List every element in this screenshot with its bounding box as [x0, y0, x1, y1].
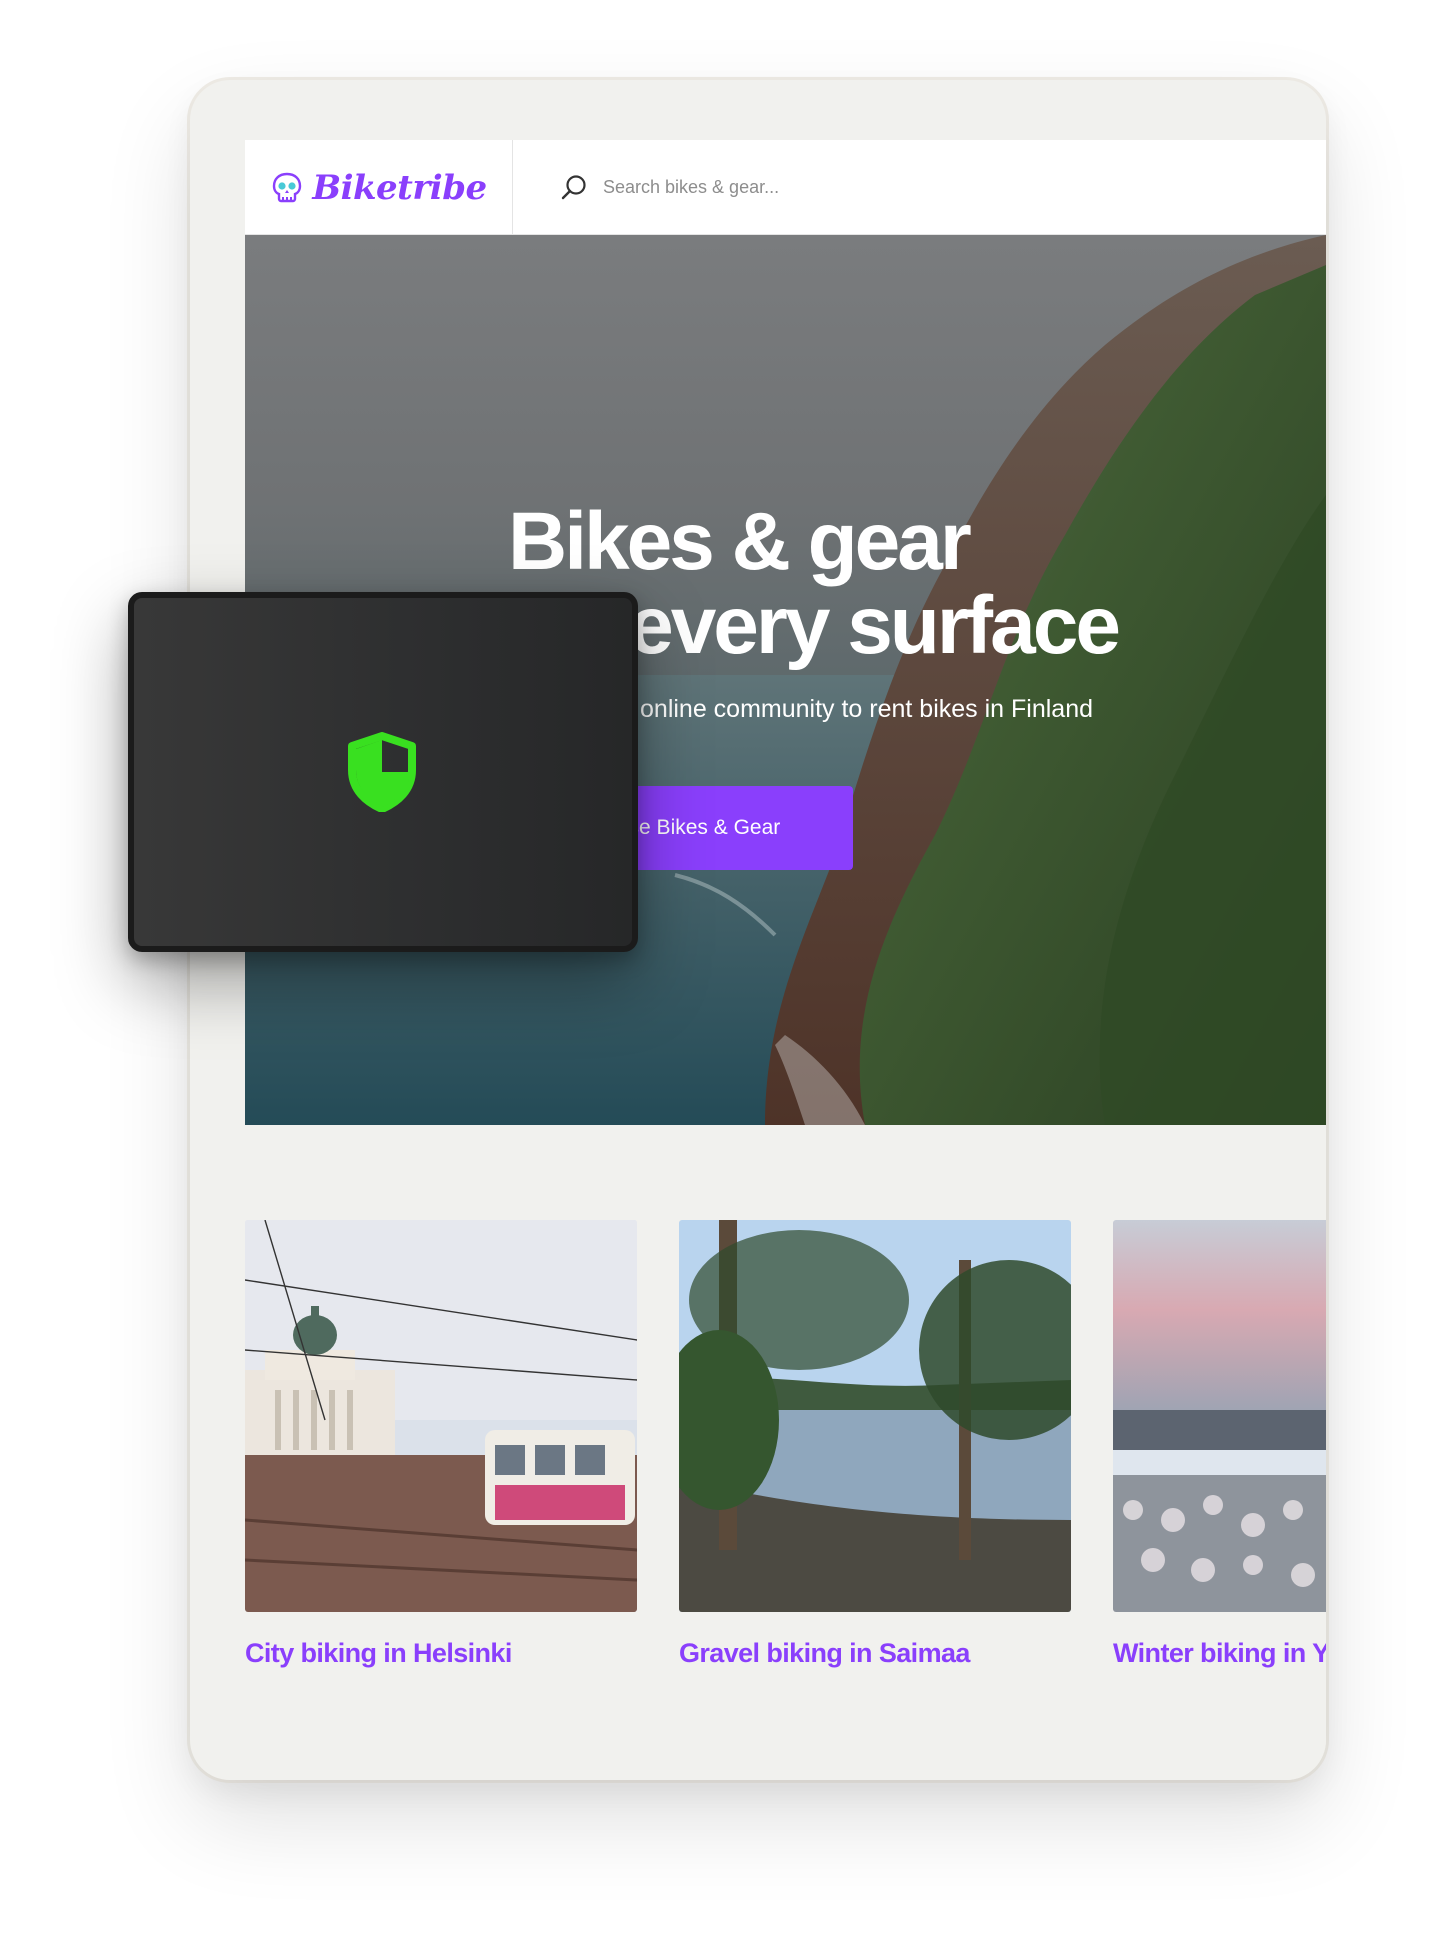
top-navbar: Biketribe [245, 140, 1326, 235]
hero-title-line-1: Bikes & gear [508, 496, 972, 587]
card-title-yllas: Winter biking in Ylläs [1113, 1638, 1326, 1668]
brand-logo-link[interactable]: Biketribe [245, 140, 513, 235]
search-input[interactable] [603, 177, 1203, 198]
card-saimaa[interactable]: Gravel biking in Saimaa [679, 1220, 1071, 1669]
card-yllas[interactable]: Winter biking in Ylläs [1113, 1220, 1326, 1669]
card-title-saimaa: Gravel biking in Saimaa [679, 1638, 970, 1668]
card-helsinki[interactable]: City biking in Helsinki [245, 1220, 637, 1669]
brand-name: Biketribe [312, 167, 487, 208]
destination-cards: City biking in Helsinki Gravel biking in… [245, 1220, 1326, 1720]
search-bar [513, 140, 1326, 235]
card-image-yllas [1113, 1220, 1326, 1612]
skull-icon [273, 172, 302, 202]
card-image-helsinki [245, 1220, 637, 1612]
search-icon[interactable] [559, 173, 589, 203]
shield-icon [348, 732, 416, 812]
stage: Biketribe Search bikes & gear... Bikes &… [0, 0, 1452, 1952]
card-title-helsinki: City biking in Helsinki [245, 1638, 512, 1668]
tablet-screen: Biketribe Search bikes & gear... Bikes &… [245, 140, 1326, 1780]
card-image-saimaa [679, 1220, 1071, 1612]
security-overlay-panel[interactable] [128, 592, 638, 952]
